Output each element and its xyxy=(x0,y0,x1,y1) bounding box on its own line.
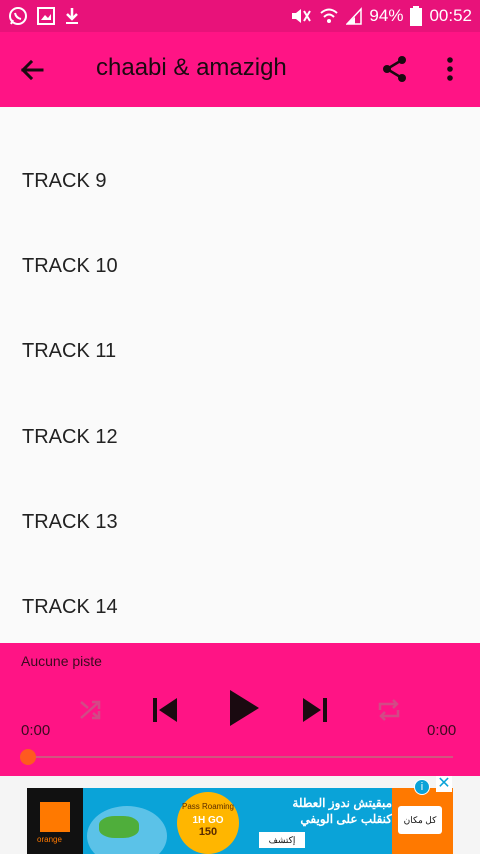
repeat-icon xyxy=(378,699,400,721)
track-item[interactable]: TRACK 14 xyxy=(0,565,480,643)
shuffle-icon xyxy=(80,700,101,720)
orange-logo: orange xyxy=(27,788,83,854)
ad-offer-badge: Pass Roaming 1H GO 150 xyxy=(177,792,239,854)
track-list[interactable]: TRACK 9 TRACK 10 TRACK 11 TRACK 12 TRACK… xyxy=(0,107,480,643)
ad-headline: مبقيتش ندوز العطلة xyxy=(292,796,392,810)
player-status: Aucune piste xyxy=(21,653,102,669)
track-label: TRACK 14 xyxy=(22,596,118,618)
wifi-icon xyxy=(319,7,339,25)
next-button[interactable] xyxy=(300,695,330,725)
track-label: TRACK 11 xyxy=(22,340,117,362)
ad-cta-button[interactable]: إكتشف xyxy=(259,832,305,848)
track-item[interactable]: TRACK 13 xyxy=(0,480,480,565)
time-total: 0:00 xyxy=(427,722,457,739)
back-button[interactable] xyxy=(16,54,48,86)
ad-close-icon[interactable]: ✕ xyxy=(436,776,452,792)
more-options-button[interactable] xyxy=(440,54,460,84)
seek-thumb[interactable] xyxy=(20,749,36,765)
badge-line1: Pass Roaming xyxy=(181,802,235,811)
whatsapp-icon xyxy=(8,6,28,26)
seek-bar[interactable] xyxy=(28,756,453,758)
play-button[interactable] xyxy=(226,688,262,728)
track-label: TRACK 13 xyxy=(22,511,118,533)
signal-icon xyxy=(346,7,363,25)
time-elapsed: 0:00 xyxy=(21,722,51,739)
track-item[interactable]: TRACK 10 xyxy=(0,224,480,309)
ad-area: orange Pass Roaming 1H GO 150 مبقيتش ندو… xyxy=(0,776,480,854)
gallery-icon xyxy=(37,7,55,25)
ad-side-tag: كل مكان xyxy=(398,806,442,834)
more-vert-icon xyxy=(447,57,453,81)
repeat-button[interactable] xyxy=(375,696,403,724)
status-bar: 94% 00:52 xyxy=(0,0,480,32)
ad-brand: orange xyxy=(37,835,62,844)
track-item[interactable]: TRACK 12 xyxy=(0,395,480,480)
clock: 00:52 xyxy=(429,6,472,25)
play-icon xyxy=(230,690,259,726)
badge-line2: 1H GO xyxy=(192,815,224,826)
back-arrow-icon xyxy=(20,59,44,81)
skip-next-icon xyxy=(303,698,327,722)
share-icon xyxy=(383,56,406,82)
skip-previous-icon xyxy=(153,698,177,722)
ad-subline: كنقلب على الويفي xyxy=(300,812,392,826)
share-button[interactable] xyxy=(380,54,410,84)
track-item[interactable]: TRACK 9 xyxy=(0,139,480,224)
battery-percent: 94% xyxy=(369,6,404,25)
mute-icon xyxy=(290,7,312,25)
player-panel: Aucune piste 0:00 0:00 xyxy=(0,643,480,776)
track-label: TRACK 9 xyxy=(22,170,107,192)
track-label: TRACK 10 xyxy=(22,255,118,277)
ad-banner[interactable]: orange Pass Roaming 1H GO 150 مبقيتش ندو… xyxy=(27,788,453,854)
app-title: chaabi & amazigh xyxy=(96,54,287,81)
download-icon xyxy=(64,7,80,25)
shuffle-button[interactable] xyxy=(77,696,105,724)
app-bar: chaabi & amazigh xyxy=(0,32,480,107)
track-item[interactable]: TRACK 11 xyxy=(0,309,480,394)
track-label: TRACK 12 xyxy=(22,426,118,448)
previous-button[interactable] xyxy=(150,695,180,725)
globe-illustration xyxy=(87,806,167,854)
ad-side-box: كل مكان xyxy=(392,788,453,854)
battery-icon xyxy=(410,6,423,26)
ad-info-icon[interactable]: i xyxy=(414,779,430,795)
badge-line3: 150 xyxy=(198,826,218,838)
